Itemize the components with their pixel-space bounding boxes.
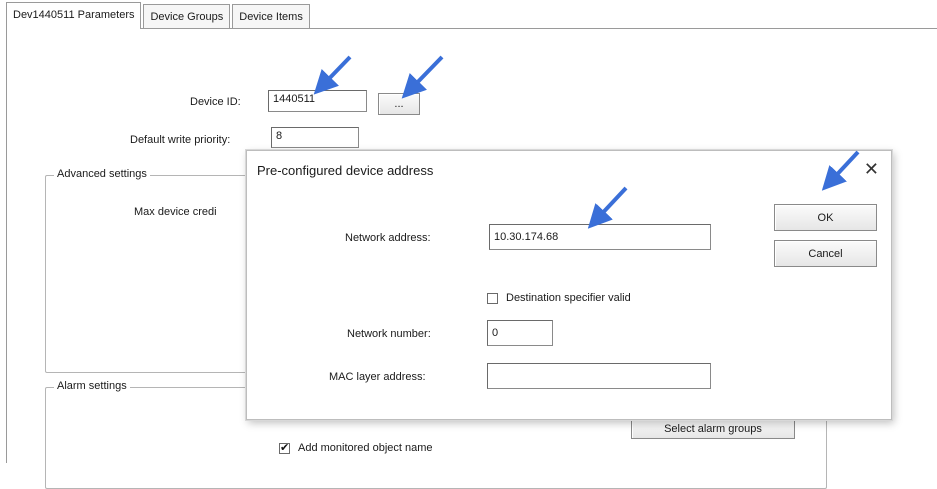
arrow-browse-button	[401, 55, 444, 99]
annotation-arrows	[313, 55, 860, 229]
arrow-ok-button	[821, 150, 860, 191]
arrow-network-address	[587, 186, 628, 229]
arrow-device-id	[313, 55, 352, 95]
